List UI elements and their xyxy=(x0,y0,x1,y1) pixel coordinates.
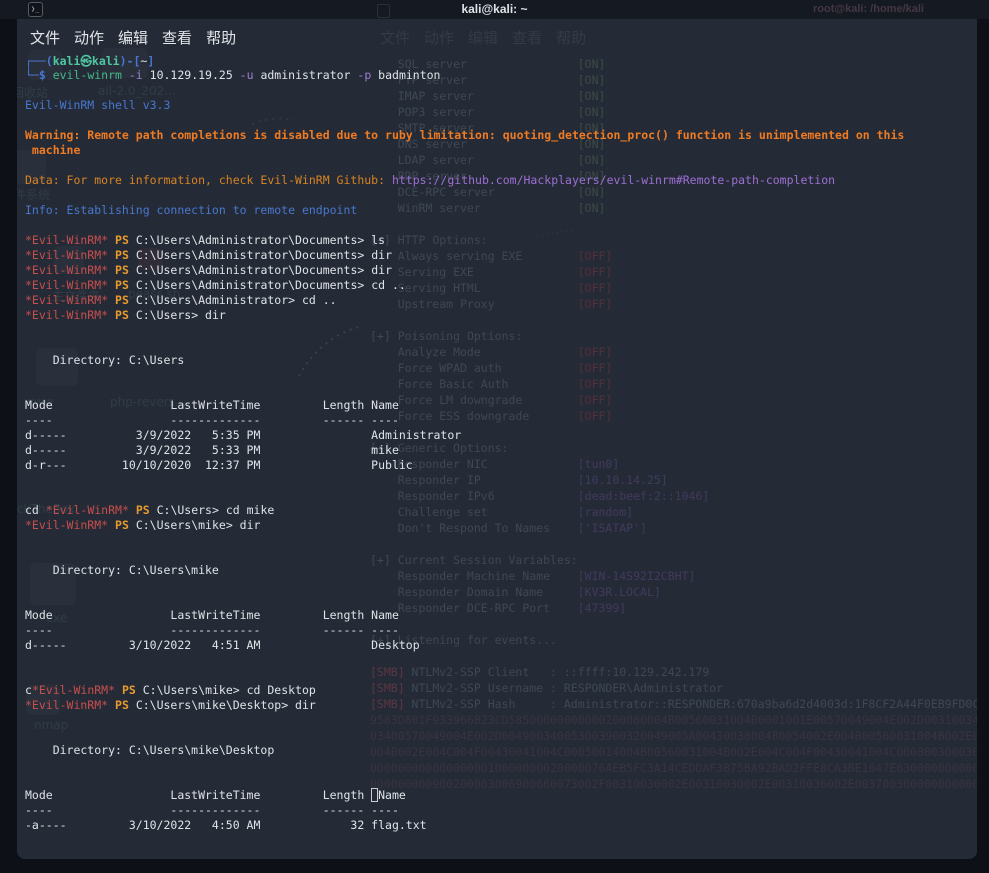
terminal-line xyxy=(25,488,904,503)
foreground-terminal-layer: 文件动作编辑查看帮助 ┌──(kali㉿kali)-[~]└─$ evil-wi… xyxy=(17,19,977,859)
ghost-window-title: root@kali: /home/kali xyxy=(813,3,924,15)
terminal-line: ---- ------------- ------ ---- xyxy=(25,413,904,428)
terminal-line xyxy=(25,383,904,398)
terminal-line: machine xyxy=(25,143,904,158)
terminal-line: *Evil-WinRM* PS C:\Users\Administrator\D… xyxy=(25,278,904,293)
terminal-line: Warning: Remote path completions is disa… xyxy=(25,128,904,143)
terminal-line: Directory: C:\Users\mike\Desktop xyxy=(25,743,904,758)
terminal-line xyxy=(25,113,904,128)
terminal-line: ---- ------------- ------ ---- xyxy=(25,803,904,818)
terminal-line xyxy=(25,578,904,593)
terminal-line: *Evil-WinRM* PS C:\Users\Administrator> … xyxy=(25,293,904,308)
terminal-line xyxy=(25,593,904,608)
menu-item-2[interactable]: 编辑 xyxy=(118,27,148,49)
terminal-line xyxy=(25,338,904,353)
terminal-line xyxy=(25,188,904,203)
terminal-line: └─$ evil-winrm -i 10.129.19.25 -u admini… xyxy=(25,68,904,83)
terminal-line: Mode LastWriteTime Length Name xyxy=(25,398,904,413)
terminal-line xyxy=(25,218,904,233)
menu-item-3[interactable]: 查看 xyxy=(162,27,192,49)
menu-item-1[interactable]: 动作 xyxy=(74,27,104,49)
terminal-line xyxy=(25,533,904,548)
terminal-line xyxy=(25,773,904,788)
terminal-line: d----- 3/10/2022 4:51 AM Desktop xyxy=(25,638,904,653)
terminal-line xyxy=(25,653,904,668)
menu-bar: 文件动作编辑查看帮助 xyxy=(30,27,236,49)
terminal-line: Directory: C:\Users xyxy=(25,353,904,368)
title-bar: ❯_ kali@kali: ~ root@kali: /home/kali xyxy=(0,0,989,19)
terminal-line: *Evil-WinRM* PS C:\Users\mike> dir xyxy=(25,518,904,533)
terminal-line: Directory: C:\Users\mike xyxy=(25,563,904,578)
terminal-line: Mode LastWriteTime Length Name xyxy=(25,788,904,803)
terminal-line xyxy=(25,728,904,743)
terminal-line xyxy=(25,83,904,98)
menu-item-0[interactable]: 文件 xyxy=(30,27,60,49)
terminal-line xyxy=(25,548,904,563)
screen: 回收站all-2.0_202...文件系统主文件夹peass.shwwwphp-… xyxy=(0,0,989,873)
terminal-line xyxy=(25,473,904,488)
terminal-line: *Evil-WinRM* PS C:\Users\Administrator\D… xyxy=(25,248,904,263)
terminal-line: Evil-WinRM shell v3.3 xyxy=(25,98,904,113)
terminal-line: *Evil-WinRM* PS C:\Users\Administrator\D… xyxy=(25,263,904,278)
terminal-line: ┌──(kali㉿kali)-[~] xyxy=(25,53,904,68)
terminal-line: ---- ------------- ------ ---- xyxy=(25,623,904,638)
terminal-output[interactable]: ┌──(kali㉿kali)-[~]└─$ evil-winrm -i 10.1… xyxy=(25,53,904,833)
terminal-line: cd *Evil-WinRM* PS C:\Users> cd mike xyxy=(25,503,904,518)
terminal-line: Mode LastWriteTime Length Name xyxy=(25,608,904,623)
terminal-line xyxy=(25,758,904,773)
menu-item-4[interactable]: 帮助 xyxy=(206,27,236,49)
terminal-line: *Evil-WinRM* PS C:\Users\mike\Desktop> d… xyxy=(25,698,904,713)
terminal-line: d----- 3/9/2022 5:35 PM Administrator xyxy=(25,428,904,443)
terminal-line: Info: Establishing connection to remote … xyxy=(25,203,904,218)
terminal-line xyxy=(25,668,904,683)
terminal-line xyxy=(25,158,904,173)
terminal-line: *Evil-WinRM* PS C:\Users> dir xyxy=(25,308,904,323)
terminal-line xyxy=(25,368,904,383)
terminal-line: d----- 3/9/2022 5:33 PM mike xyxy=(25,443,904,458)
terminal-window: 回收站all-2.0_202...文件系统主文件夹peass.shwwwphp-… xyxy=(17,19,977,859)
terminal-line: *Evil-WinRM* PS C:\Users\Administrator\D… xyxy=(25,233,904,248)
terminal-line: -a---- 3/10/2022 4:50 AM 32 flag.txt xyxy=(25,818,904,833)
terminal-line: d-r--- 10/10/2020 12:37 PM Public xyxy=(25,458,904,473)
terminal-line: c*Evil-WinRM* PS C:\Users\mike> cd Deskt… xyxy=(25,683,904,698)
terminal-line xyxy=(25,323,904,338)
terminal-line: Data: For more information, check Evil-W… xyxy=(25,173,904,188)
terminal-line xyxy=(25,713,904,728)
